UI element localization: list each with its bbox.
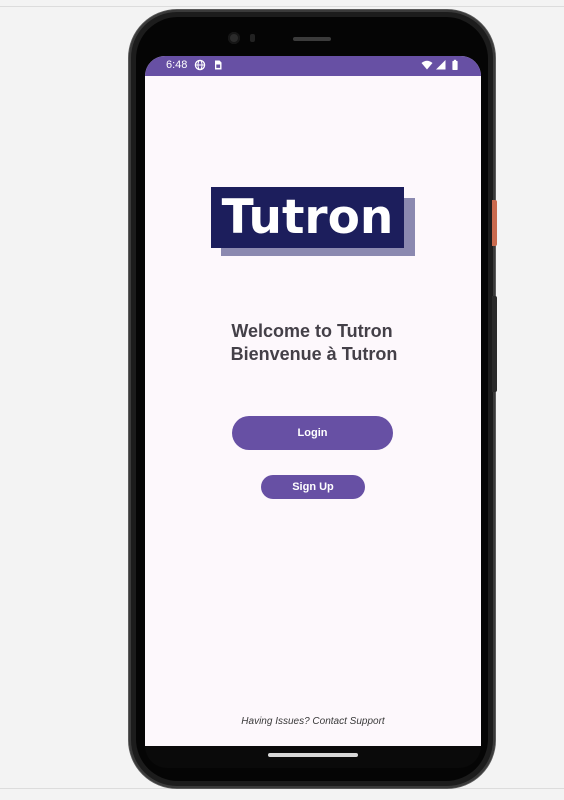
earpiece-speaker [293, 37, 331, 41]
battery-icon [449, 59, 461, 71]
status-bar: 6:48 [145, 56, 481, 76]
login-button[interactable]: Login [232, 416, 393, 450]
globe-icon [194, 59, 206, 71]
signal-icon [435, 59, 447, 71]
power-button[interactable] [492, 200, 497, 246]
proximity-sensor [250, 34, 255, 42]
welcome-text-english: Welcome to Tutron [231, 321, 393, 341]
sign-up-button[interactable]: Sign Up [261, 475, 365, 499]
wifi-icon [421, 59, 433, 71]
top-divider [0, 6, 564, 7]
bottom-divider [0, 788, 564, 789]
home-gesture-handle[interactable] [268, 753, 358, 757]
sim-card-icon [212, 59, 224, 71]
front-camera [228, 32, 240, 44]
page: 6:48 Tutron Welcome to Tutron Bienvenue … [0, 0, 564, 800]
welcome-heading: Welcome to Tutron Bienvenue à Tutron [145, 320, 481, 366]
tutron-logo: Tutron [211, 187, 415, 257]
app-screen: 6:48 Tutron Welcome to Tutron Bienvenue … [145, 56, 481, 746]
logo-text: Tutron [221, 190, 394, 245]
logo-box: Tutron [211, 187, 404, 248]
navigation-bar [145, 746, 481, 768]
welcome-text-french: Bienvenue à Tutron [230, 344, 398, 364]
status-time: 6:48 [166, 59, 188, 71]
contact-support-link[interactable]: Having Issues? Contact Support [145, 716, 481, 727]
volume-button[interactable] [492, 296, 497, 392]
